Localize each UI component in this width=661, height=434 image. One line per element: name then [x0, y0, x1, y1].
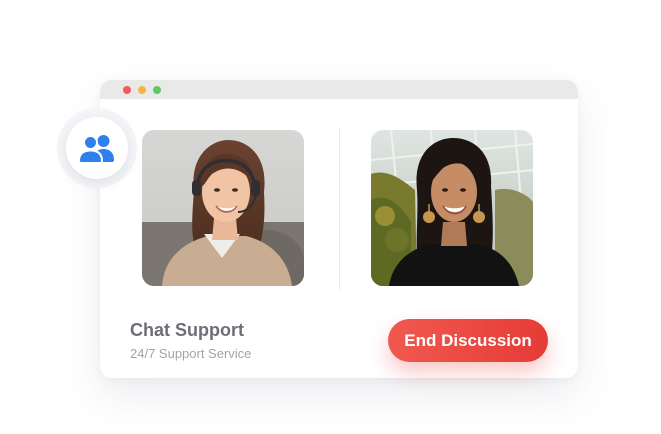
- users-icon: [78, 135, 114, 163]
- customer-photo: [371, 130, 533, 286]
- support-title: Chat Support: [130, 320, 244, 340]
- chat-support-card-scene: Chat Support 24/7 Support Service End Di…: [0, 0, 661, 434]
- participants-divider: [339, 128, 340, 291]
- agent-photo: [142, 130, 304, 286]
- users-badge[interactable]: [66, 117, 128, 179]
- window-close-button[interactable]: [123, 86, 131, 94]
- end-discussion-button[interactable]: End Discussion: [388, 319, 548, 362]
- window-titlebar: [100, 80, 578, 99]
- window-maximize-button[interactable]: [153, 86, 161, 94]
- support-subtitle: 24/7 Support Service: [130, 346, 252, 361]
- window-minimize-button[interactable]: [138, 86, 146, 94]
